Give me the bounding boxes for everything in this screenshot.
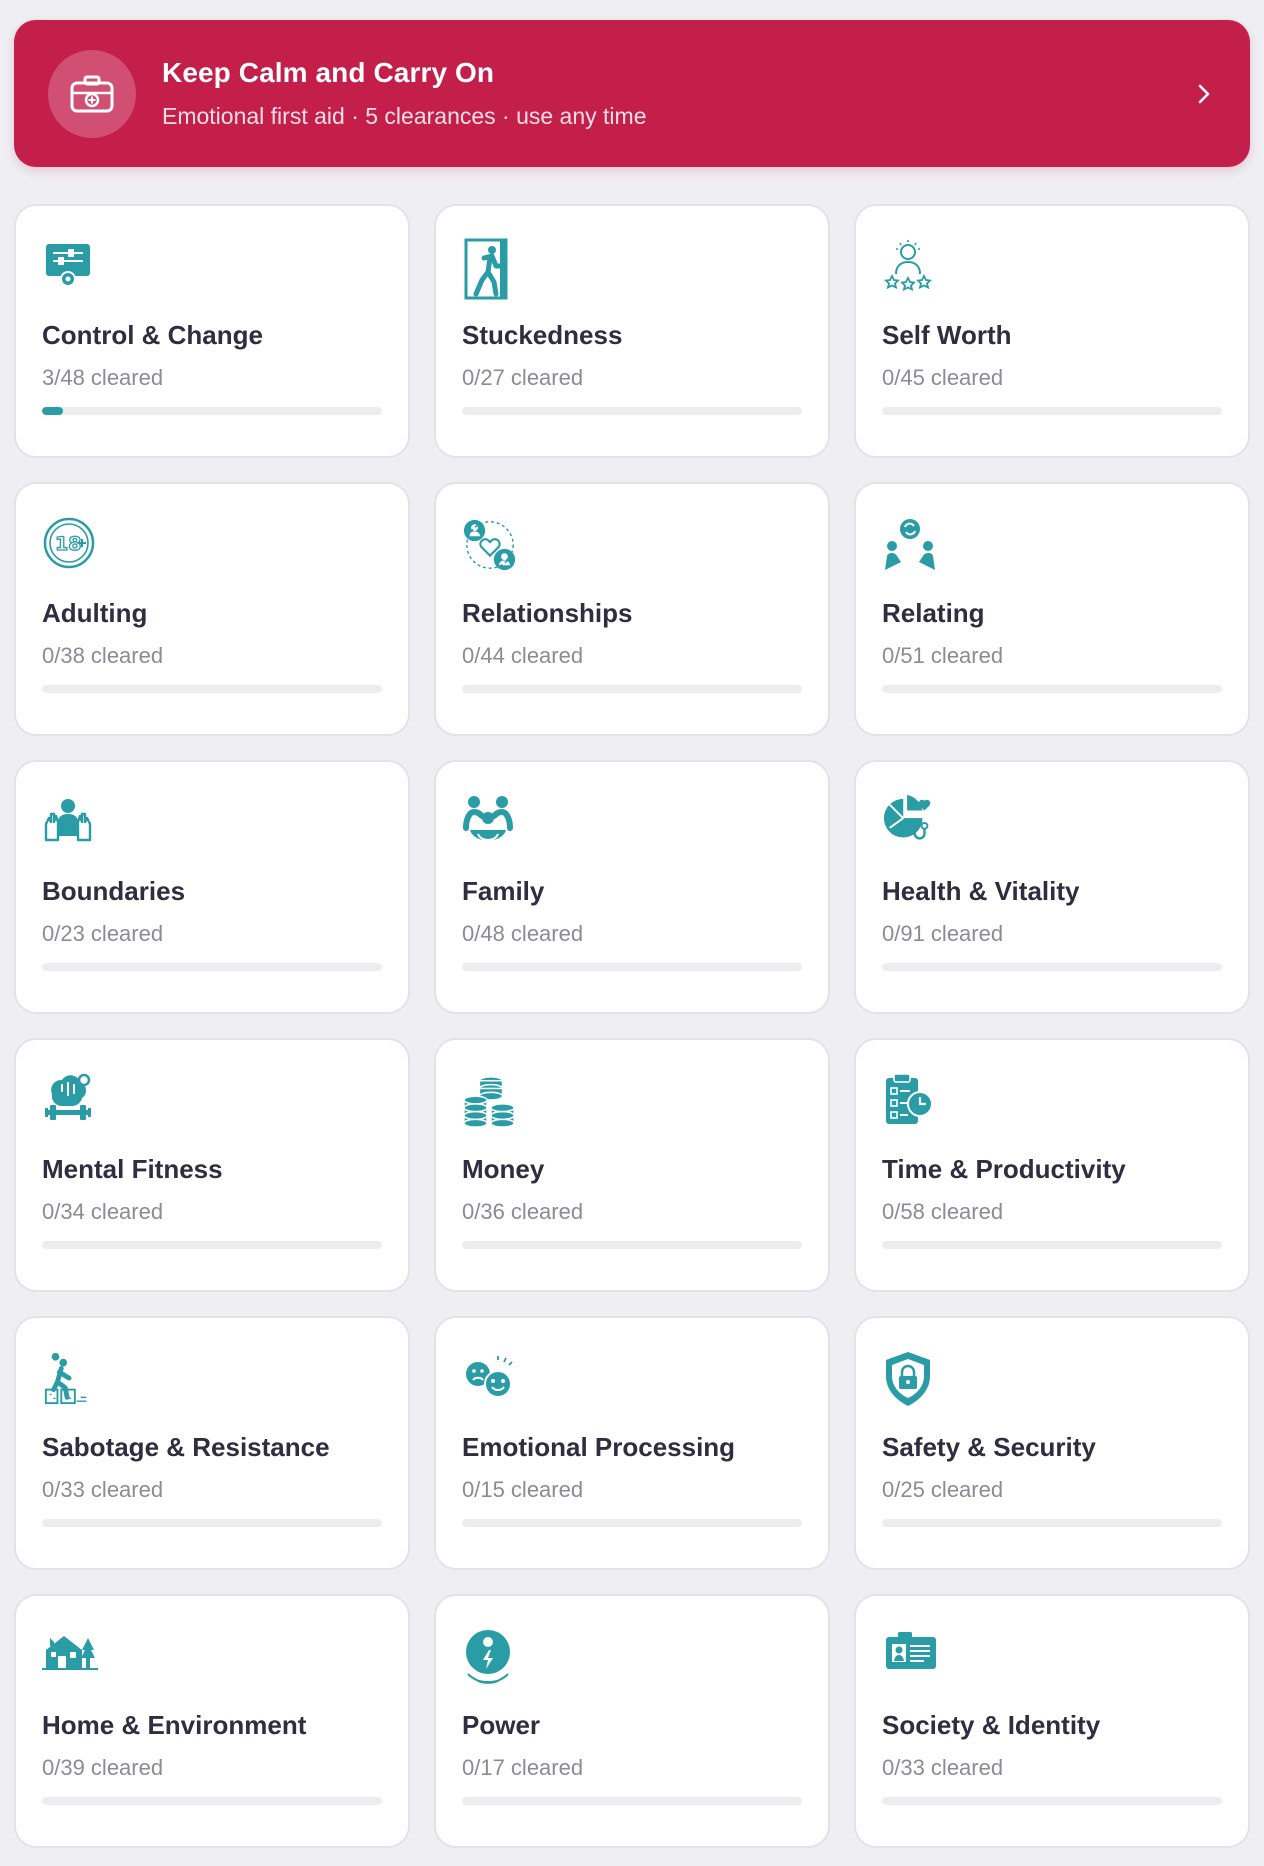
eighteen-plus-icon: 18 <box>42 516 98 572</box>
category-card-control-change[interactable]: Control & Change 3/48 cleared <box>14 204 410 458</box>
card-cleared-count: 3/48 cleared <box>42 365 164 390</box>
card-cleared-count: 0/25 cleared <box>882 1477 1004 1502</box>
first-aid-kit-icon <box>48 49 136 138</box>
card-cleared-count: 0/38 cleared <box>42 643 164 668</box>
category-card-stuckedness[interactable]: Stuckedness 0/27 cleared <box>434 204 830 458</box>
card-cleared-count: 0/17 cleared <box>462 1755 584 1780</box>
category-card-society-identity[interactable]: Society & Identity 0/33 cleared <box>854 1594 1250 1848</box>
card-title: Health & Vitality <box>882 876 1080 906</box>
progress-bar <box>42 1519 382 1527</box>
card-cleared-count: 0/58 cleared <box>882 1199 1004 1224</box>
card-title: Home & Environment <box>42 1710 307 1740</box>
card-title: Mental Fitness <box>42 1154 223 1184</box>
progress-bar <box>462 407 802 415</box>
category-card-power[interactable]: Power 0/17 cleared <box>434 1594 830 1848</box>
banner-subtitle: Emotional first aid · 5 clearances · use… <box>162 103 647 129</box>
id-card-icon <box>882 1628 938 1684</box>
card-title: Society & Identity <box>882 1710 1101 1740</box>
category-card-relationships[interactable]: Relationships 0/44 cleared <box>434 482 830 736</box>
checklist-clock-icon <box>882 1072 938 1128</box>
person-stars-icon <box>882 238 938 294</box>
category-card-sabotage-resistance[interactable]: Sabotage & Resistance 0/33 cleared <box>14 1316 410 1570</box>
category-card-adulting[interactable]: 18 Adulting 0/38 cleared <box>14 482 410 736</box>
card-title: Time & Productivity <box>882 1154 1126 1184</box>
card-title: Emotional Processing <box>462 1432 736 1462</box>
card-cleared-count: 0/23 cleared <box>42 921 164 946</box>
couple-heart-icon <box>462 516 518 572</box>
banner-title: Keep Calm and Carry On <box>162 57 495 88</box>
progress-bar <box>882 1519 1222 1527</box>
progress-bar <box>42 685 382 693</box>
page: Keep Calm and Carry On Emotional first a… <box>0 0 1264 1866</box>
card-title: Self Worth <box>882 320 1012 350</box>
card-cleared-count: 0/44 cleared <box>462 643 584 668</box>
family-group-icon <box>462 794 518 850</box>
card-cleared-count: 0/45 cleared <box>882 365 1004 390</box>
health-chart-stethoscope-icon <box>882 794 938 850</box>
progress-bar <box>882 1797 1222 1805</box>
card-cleared-count: 0/91 cleared <box>882 921 1004 946</box>
category-card-family[interactable]: Family 0/48 cleared <box>434 760 830 1014</box>
progress-bar <box>42 963 382 971</box>
progress-bar <box>462 963 802 971</box>
card-cleared-count: 0/51 cleared <box>882 643 1004 668</box>
card-cleared-count: 0/34 cleared <box>42 1199 164 1224</box>
progress-fill <box>42 407 64 415</box>
card-cleared-count: 0/33 cleared <box>882 1755 1004 1780</box>
chevron-right-icon <box>1192 82 1216 106</box>
card-title: Power <box>462 1710 541 1740</box>
category-card-self-worth[interactable]: Self Worth 0/45 cleared <box>854 204 1250 458</box>
person-hands-icon <box>42 794 98 850</box>
card-cleared-count: 0/48 cleared <box>462 921 584 946</box>
category-card-time-productivity[interactable]: Time & Productivity 0/58 cleared <box>854 1038 1250 1292</box>
progress-bar <box>42 1241 382 1249</box>
category-card-boundaries[interactable]: Boundaries 0/23 cleared <box>14 760 410 1014</box>
progress-bar <box>882 963 1222 971</box>
progress-bar <box>882 685 1222 693</box>
category-grid: Control & Change 3/48 cleared Stuckednes… <box>14 204 1250 1848</box>
card-cleared-count: 0/27 cleared <box>462 365 584 390</box>
card-title: Sabotage & Resistance <box>42 1432 330 1462</box>
keep-calm-banner[interactable]: Keep Calm and Carry On Emotional first a… <box>14 20 1250 167</box>
coin-stacks-icon <box>462 1072 518 1128</box>
card-title: Relating <box>882 598 985 628</box>
progress-bar <box>42 1797 382 1805</box>
card-title: Adulting <box>42 598 148 628</box>
house-trees-icon <box>42 1628 98 1684</box>
progress-bar <box>462 1519 802 1527</box>
category-card-emotional-processing[interactable]: Emotional Processing 0/15 cleared <box>434 1316 830 1570</box>
category-card-health-vitality[interactable]: Health & Vitality 0/91 cleared <box>854 760 1250 1014</box>
svg-text:18: 18 <box>55 533 81 555</box>
progress-bar <box>42 407 382 415</box>
card-title: Boundaries <box>42 876 186 906</box>
shield-lock-icon <box>882 1350 938 1406</box>
card-cleared-count: 0/33 cleared <box>42 1477 164 1502</box>
card-title: Stuckedness <box>462 320 623 350</box>
category-card-safety-security[interactable]: Safety & Security 0/25 cleared <box>854 1316 1250 1570</box>
person-in-doorway-icon <box>462 238 518 300</box>
card-title: Control & Change <box>42 320 263 350</box>
category-card-money[interactable]: Money 0/36 cleared <box>434 1038 830 1292</box>
control-panel-gear-icon <box>42 238 98 294</box>
card-cleared-count: 0/39 cleared <box>42 1755 164 1780</box>
card-title: Relationships <box>462 598 633 628</box>
card-title: Money <box>462 1154 545 1184</box>
card-cleared-count: 0/15 cleared <box>462 1477 584 1502</box>
person-lightning-icon <box>462 1628 518 1684</box>
progress-bar <box>882 407 1222 415</box>
sad-happy-faces-icon <box>462 1350 518 1406</box>
card-cleared-count: 0/36 cleared <box>462 1199 584 1224</box>
category-card-home-environment[interactable]: Home & Environment 0/39 cleared <box>14 1594 410 1848</box>
brain-dumbbell-icon <box>42 1072 98 1128</box>
person-stumbling-icon <box>42 1350 98 1406</box>
progress-bar <box>462 685 802 693</box>
two-people-exchange-icon <box>882 516 938 572</box>
card-title: Family <box>462 876 545 906</box>
progress-bar <box>462 1241 802 1249</box>
category-card-mental-fitness[interactable]: Mental Fitness 0/34 cleared <box>14 1038 410 1292</box>
card-title: Safety & Security <box>882 1432 1096 1462</box>
category-card-relating[interactable]: Relating 0/51 cleared <box>854 482 1250 736</box>
progress-bar <box>882 1241 1222 1249</box>
progress-bar <box>462 1797 802 1805</box>
